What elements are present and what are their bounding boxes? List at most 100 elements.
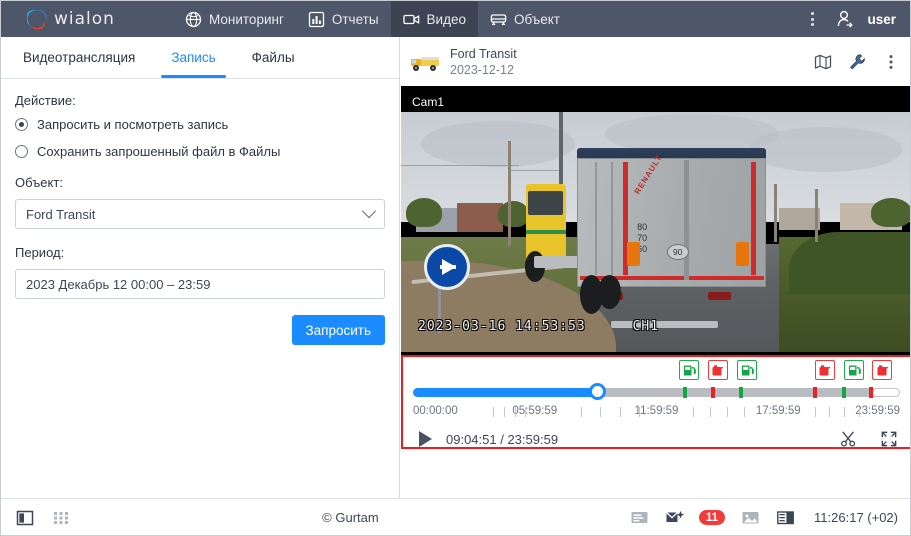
scene-wire-1 — [401, 165, 519, 166]
nav-label-video: Видео — [427, 12, 466, 27]
timeline-tick-drain-1 — [711, 387, 715, 398]
player-time-display: 09:04:51 / 23:59:59 — [446, 432, 558, 447]
axis-tick-7 — [620, 407, 621, 417]
axis-label-1: 05:59:59 — [512, 405, 557, 417]
chevron-down-icon — [362, 204, 376, 218]
radio-option-view-record[interactable]: Запросить и посмотреть запись — [15, 117, 385, 132]
bottom-left-icons — [15, 508, 71, 528]
timeline-tick-fill-2 — [739, 387, 743, 398]
user-name-label: user — [859, 12, 896, 27]
tab-recording[interactable]: Запись — [153, 37, 233, 78]
axis-label-3: 17:59:59 — [756, 405, 801, 417]
nav-label-object: Объект — [514, 12, 560, 27]
play-icon[interactable] — [419, 431, 432, 447]
radio-label-view-record: Запросить и посмотреть запись — [37, 117, 228, 132]
bottom-right-icons: 11 11:26:17 (+02) — [630, 508, 898, 527]
axis-tick-5 — [581, 407, 582, 417]
video-panel-header: Ford Transit 2023-12-12 — [401, 37, 911, 86]
object-select[interactable]: Ford Transit — [15, 199, 385, 229]
object-label: Объект: — [15, 175, 385, 190]
more-vertical-icon[interactable] — [882, 53, 900, 71]
notes-icon[interactable] — [630, 508, 649, 527]
fuel-canister-icon — [711, 364, 724, 377]
scene-orange-plate-right — [736, 242, 749, 266]
scissors-icon[interactable] — [840, 430, 858, 448]
panel-toggle-icon[interactable] — [15, 508, 35, 528]
messages-icon[interactable] — [665, 508, 686, 527]
video-panel: Ford Transit 2023-12-12 — [401, 37, 911, 498]
tab-files[interactable]: Файлы — [234, 37, 313, 78]
vehicle-date: 2023-12-12 — [450, 63, 517, 77]
axis-label-0: 00:00:00 — [413, 405, 458, 417]
copyright-label: © Gurtam — [322, 510, 379, 525]
timeline-tick-drain-3 — [869, 387, 873, 398]
bottom-status-bar: © Gurtam 11 — [1, 498, 911, 536]
timeline-marker-fill-1[interactable] — [679, 360, 699, 380]
map-icon[interactable] — [814, 53, 832, 71]
axis-tick-15 — [844, 407, 845, 417]
scene-sign-arrow — [442, 259, 456, 275]
scene-trailer-wheel-2 — [598, 275, 621, 309]
timeline-markers-row — [403, 357, 910, 383]
fuel-pump-icon — [848, 364, 861, 377]
player-right-icons — [840, 430, 898, 448]
recording-request-form: Действие: Запросить и посмотреть запись … — [1, 79, 399, 345]
scene-tree-3 — [871, 198, 911, 227]
tab-videostream[interactable]: Видеотрансляция — [5, 37, 153, 78]
radio-button-view-record[interactable] — [15, 118, 28, 131]
axis-tick-4 — [525, 407, 526, 417]
messages-badge[interactable]: 11 — [699, 510, 725, 525]
fuel-canister-icon — [876, 364, 889, 377]
timeline-tick-fill-1 — [683, 387, 687, 398]
left-panel-tabs: Видеотрансляция Запись Файлы — [1, 37, 399, 79]
more-vertical-icon[interactable] — [803, 10, 821, 28]
wialon-logo[interactable]: wialon — [1, 1, 173, 37]
period-label: Период: — [15, 245, 385, 260]
vehicle-icon — [490, 11, 507, 28]
fuel-pump-icon — [683, 364, 696, 377]
user-add-icon[interactable] — [835, 9, 855, 29]
timeline-track-row[interactable] — [413, 383, 900, 403]
axis-tick-9 — [693, 407, 694, 417]
video-icon — [403, 11, 420, 28]
layout-icon[interactable] — [776, 508, 795, 527]
timeline-marker-fill-3[interactable] — [844, 360, 864, 380]
camera-label: Cam1 — [412, 95, 444, 109]
period-input[interactable]: 2023 Декабрь 12 00:00 – 23:59 — [15, 269, 385, 299]
image-icon[interactable] — [741, 508, 760, 527]
nav-item-reports[interactable]: Отчеты — [296, 1, 391, 37]
radio-button-save-to-files[interactable] — [15, 145, 28, 158]
timeline-marker-drain-3[interactable] — [872, 360, 892, 380]
axis-tick-13 — [815, 407, 816, 417]
timeline-marker-drain-2[interactable] — [815, 360, 835, 380]
timeline-marker-fill-2[interactable] — [737, 360, 757, 380]
axis-tick-14 — [829, 407, 830, 417]
nav-label-monitoring: Мониторинг — [209, 12, 284, 27]
player-controls-row: 09:04:51 / 23:59:59 — [403, 423, 910, 455]
nav-item-video[interactable]: Видео — [391, 1, 478, 37]
nav-item-object[interactable]: Объект — [478, 1, 572, 37]
top-navigation-bar: wialon Мониторинг — [1, 1, 911, 37]
scene-taillight-right — [708, 292, 731, 300]
vehicle-meta: Ford Transit 2023-12-12 — [450, 47, 517, 77]
timeline-marker-drain-1[interactable] — [708, 360, 728, 380]
object-select-value: Ford Transit — [26, 207, 364, 222]
scene-trailer-rib-1 — [595, 162, 597, 275]
axis-label-4: 23:59:59 — [855, 405, 900, 417]
request-button[interactable]: Запросить — [292, 315, 386, 345]
grid-icon[interactable] — [51, 508, 71, 528]
axis-tick-16 — [859, 407, 860, 417]
top-nav-right-group: user — [803, 9, 911, 29]
scene-tree-1 — [406, 198, 442, 227]
scene-pole-2 — [774, 184, 777, 242]
radio-option-save-to-files[interactable]: Сохранить запрошенный файл в Файлы — [15, 144, 385, 159]
scene-pole-1 — [508, 141, 511, 247]
scene-building-2 — [457, 203, 503, 232]
chart-icon — [308, 11, 325, 28]
video-header-icons — [814, 53, 900, 71]
wrench-icon[interactable] — [848, 53, 866, 71]
radio-label-save-to-files: Сохранить запрошенный файл в Файлы — [37, 144, 280, 159]
timeline-scrubber-handle[interactable] — [589, 383, 606, 400]
nav-item-monitoring[interactable]: Мониторинг — [173, 1, 296, 37]
fullscreen-icon[interactable] — [880, 430, 898, 448]
